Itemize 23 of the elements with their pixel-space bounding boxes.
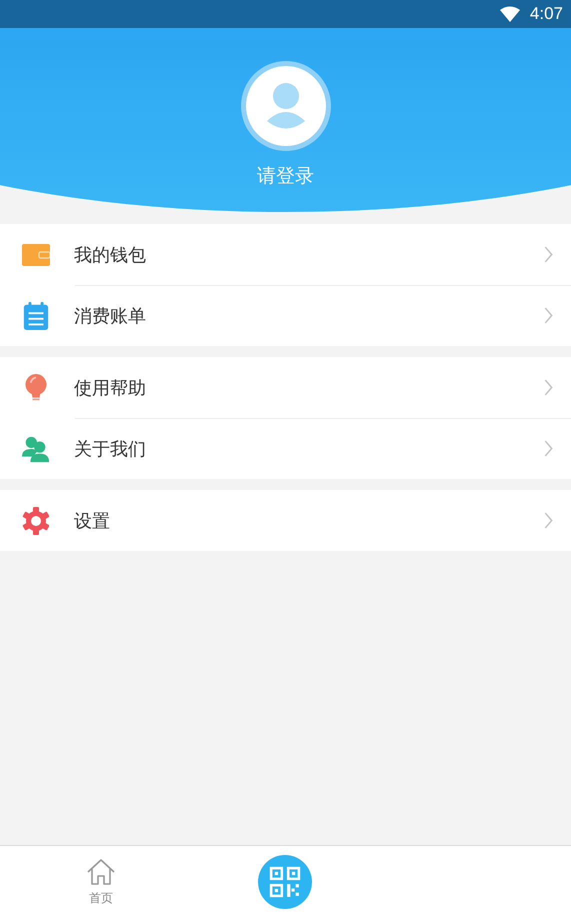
- chevron-icon: [544, 440, 553, 457]
- chevron-icon: [544, 246, 553, 263]
- menu-label: 消费账单: [74, 304, 147, 328]
- menu-label: 关于我们: [74, 438, 147, 460]
- people-icon: [22, 434, 50, 462]
- gear-icon: [22, 506, 50, 534]
- chevron-icon: [544, 307, 553, 324]
- chevron-icon: [544, 512, 553, 529]
- menu-item[interactable]: 关于我们: [0, 418, 571, 479]
- wifi-icon: [500, 6, 520, 22]
- notepad-icon: [22, 302, 50, 330]
- chevron-icon: [544, 379, 553, 396]
- menu-label: 使用帮助: [74, 376, 147, 400]
- home-tab[interactable]: 首页: [56, 858, 146, 906]
- menu-item[interactable]: 我的钱包: [0, 224, 571, 285]
- qr-code-icon: [269, 866, 302, 898]
- menu-label: 我的钱包: [74, 244, 147, 266]
- menu-item[interactable]: 使用帮助: [0, 357, 571, 418]
- status-time: 4:07: [530, 4, 563, 24]
- menu-item[interactable]: 设置: [0, 490, 571, 551]
- home-icon: [86, 858, 116, 886]
- menu-label: 设置: [74, 510, 111, 532]
- menu-item[interactable]: 消费账单: [0, 285, 571, 346]
